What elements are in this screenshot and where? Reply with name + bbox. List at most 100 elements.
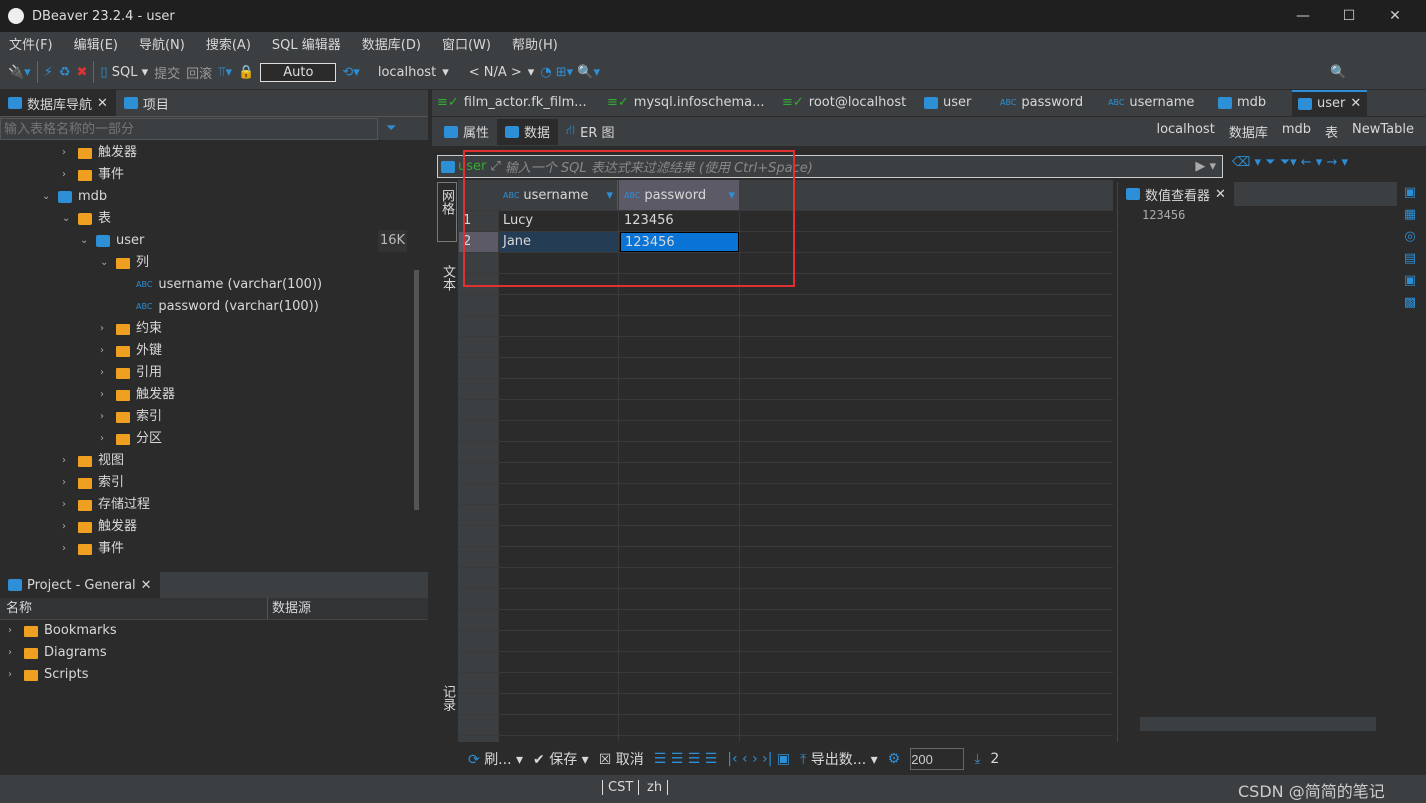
close-tab-icon[interactable]: ✕ (1350, 91, 1361, 117)
editor-tab[interactable]: ≡✓ film_actor.fk_film... (437, 90, 587, 116)
expand-arrow-icon[interactable]: › (100, 340, 110, 362)
history-icon[interactable]: ⟲▾ (342, 65, 359, 80)
expand-arrow-icon[interactable]: › (100, 406, 110, 428)
expand-arrow-icon[interactable]: › (62, 142, 72, 164)
menu-edit[interactable]: 编辑(E) (65, 34, 130, 53)
menu-search[interactable]: 搜索(A) (197, 34, 263, 53)
close-button[interactable]: ✕ (1372, 0, 1418, 32)
active-schema[interactable]: < N/A > (469, 65, 522, 80)
column-datasource-header[interactable]: 数据源 (268, 598, 311, 619)
expand-arrow-icon[interactable]: › (100, 318, 110, 340)
tab-value-viewer[interactable]: 数值查看器 ✕ (1118, 181, 1234, 207)
expand-arrow-icon[interactable]: › (8, 620, 18, 642)
tree-item[interactable]: › 触发器 (62, 142, 137, 164)
breadcrumb-database[interactable]: 数据库 (1229, 122, 1268, 141)
save-button[interactable]: ✔ 保存 ▾ (533, 749, 589, 769)
fetch-size-input[interactable] (910, 748, 965, 770)
search-icon[interactable]: 🔍 (1330, 65, 1346, 80)
expand-arrow-icon[interactable]: › (100, 384, 110, 406)
disconnect-icon[interactable]: ✖ (77, 65, 88, 80)
tab-project-general[interactable]: Project - General ✕ (0, 572, 160, 598)
filter-tools[interactable]: ⌫ ▾ ⏷ ⏷▾ ← ▾ → ▾ (1232, 155, 1348, 170)
expand-arrow-icon[interactable]: › (8, 642, 18, 664)
subtab-data[interactable]: 数据 (497, 118, 559, 145)
expand-arrow-icon[interactable]: ⌄ (100, 252, 110, 274)
expand-arrow-icon[interactable]: › (62, 472, 72, 494)
tree-item[interactable]: ⌄ mdb (42, 186, 107, 208)
expand-arrow-icon[interactable]: ⌄ (42, 186, 52, 208)
horizontal-scrollbar[interactable] (1140, 717, 1376, 731)
tree-item[interactable]: › 分区 (100, 428, 162, 450)
editor-tab[interactable]: ABC username (1108, 90, 1194, 116)
tree-item[interactable]: ⌄ user 16K (80, 230, 408, 252)
expand-arrow-icon[interactable]: › (62, 538, 72, 560)
tree-scrollbar[interactable] (414, 270, 419, 510)
breadcrumb-mdb[interactable]: mdb (1282, 122, 1311, 141)
side-tab-text[interactable]: 文本 (439, 265, 457, 291)
apply-filter-icon[interactable]: ▶ ▾ (1189, 159, 1222, 174)
right-side-toolbar[interactable]: ▣ ▦ ◎ ▤ ▣ ▩ (1400, 182, 1420, 362)
tab-database-navigator[interactable]: 数据库导航 ✕ (0, 90, 116, 116)
subtab-properties[interactable]: 属性 (436, 119, 497, 145)
expand-arrow-icon[interactable]: ⌄ (80, 230, 90, 252)
dashboard-icon[interactable]: ◔ ⊞▾ 🔍▾ (540, 65, 600, 80)
tree-item[interactable]: › 约束 (100, 318, 162, 340)
tree-item[interactable]: › 事件 (62, 538, 124, 560)
expand-arrow-icon[interactable]: › (100, 362, 110, 384)
editor-tab[interactable]: ≡✓ root@localhost (782, 90, 906, 116)
maximize-button[interactable]: ☐ (1326, 0, 1372, 32)
tree-item[interactable]: ABC username (varchar(100)) (120, 274, 322, 296)
side-tab-record[interactable]: 记录 (439, 685, 457, 711)
auto-commit-button[interactable]: Auto (260, 62, 337, 82)
sql-button[interactable]: ▯ SQL ▾ (100, 65, 148, 80)
tree-item[interactable]: › 触发器 (100, 384, 175, 406)
expand-arrow-icon[interactable]: › (100, 428, 110, 450)
pagination-icons[interactable]: |‹ ‹ › ›| ▣ (727, 751, 790, 767)
expand-arrow-icon[interactable]: › (62, 450, 72, 472)
tree-item[interactable]: › 索引 (100, 406, 162, 428)
filter-icon[interactable]: ⏷ (386, 121, 396, 136)
expand-arrow-icon[interactable]: › (62, 516, 72, 538)
cancel-button[interactable]: ☒ 取消 (599, 749, 644, 769)
editor-tab[interactable]: ≡✓ mysql.infoschema... (607, 90, 765, 116)
breadcrumb-newtable[interactable]: NewTable (1352, 122, 1414, 141)
editor-tab[interactable]: user ✕ (1292, 90, 1368, 117)
tree-item[interactable]: › 存储过程 (62, 494, 150, 516)
navigator-filter-input[interactable] (0, 117, 378, 140)
project-item[interactable]: › Diagrams (0, 642, 428, 664)
rollback-button[interactable]: 回滚 (186, 63, 212, 82)
refresh-button[interactable]: ⟳ 刷... ▾ (468, 749, 523, 769)
menu-sql-editor[interactable]: SQL 编辑器 (263, 34, 353, 53)
menu-file[interactable]: 文件(F) (0, 34, 65, 53)
editor-tab[interactable]: user (924, 90, 971, 116)
tree-item[interactable]: ABC password (varchar(100)) (120, 296, 319, 318)
tree-item[interactable]: › 外键 (100, 340, 162, 362)
project-item[interactable]: › Bookmarks (0, 620, 428, 642)
side-tab-grid[interactable]: 网格 (437, 182, 457, 242)
menu-help[interactable]: 帮助(H) (503, 34, 570, 53)
project-item[interactable]: › Scripts (0, 664, 428, 686)
tab-projects[interactable]: 项目 (116, 90, 177, 116)
editor-tab[interactable]: ABC password (1000, 90, 1083, 116)
row-edit-icons[interactable]: ☰ ☰ ☰ ☰ (654, 751, 718, 767)
column-name-header[interactable]: 名称 (0, 598, 268, 619)
tree-item[interactable]: ⌄ 列 (100, 252, 149, 274)
minimize-button[interactable]: — (1280, 0, 1326, 32)
expand-arrow-icon[interactable]: › (62, 494, 72, 516)
breadcrumb-tables[interactable]: 表 (1325, 122, 1338, 141)
subtab-er-diagram[interactable]: ⛙ ER 图 (558, 119, 623, 145)
expand-arrow-icon[interactable]: › (62, 164, 72, 186)
tree-item[interactable]: › 索引 (62, 472, 124, 494)
breadcrumb-localhost[interactable]: localhost (1156, 122, 1214, 141)
active-datasource[interactable]: localhost (378, 65, 436, 80)
new-connection-icon[interactable]: 🔌▾ (8, 65, 31, 80)
fetch-settings-icon[interactable]: ⚙ (888, 751, 901, 767)
reconnect-icon[interactable]: ♻ (59, 65, 71, 80)
lock-icon[interactable]: 🔒 (238, 65, 254, 80)
transaction-mode-icon[interactable]: ⫪▾ (218, 65, 232, 80)
tree-item[interactable]: › 视图 (62, 450, 124, 472)
tree-item[interactable]: › 事件 (62, 164, 124, 186)
menu-window[interactable]: 窗口(W) (433, 34, 503, 53)
commit-button[interactable]: 提交 (154, 63, 180, 82)
expand-arrow-icon[interactable]: ⌄ (62, 208, 72, 230)
